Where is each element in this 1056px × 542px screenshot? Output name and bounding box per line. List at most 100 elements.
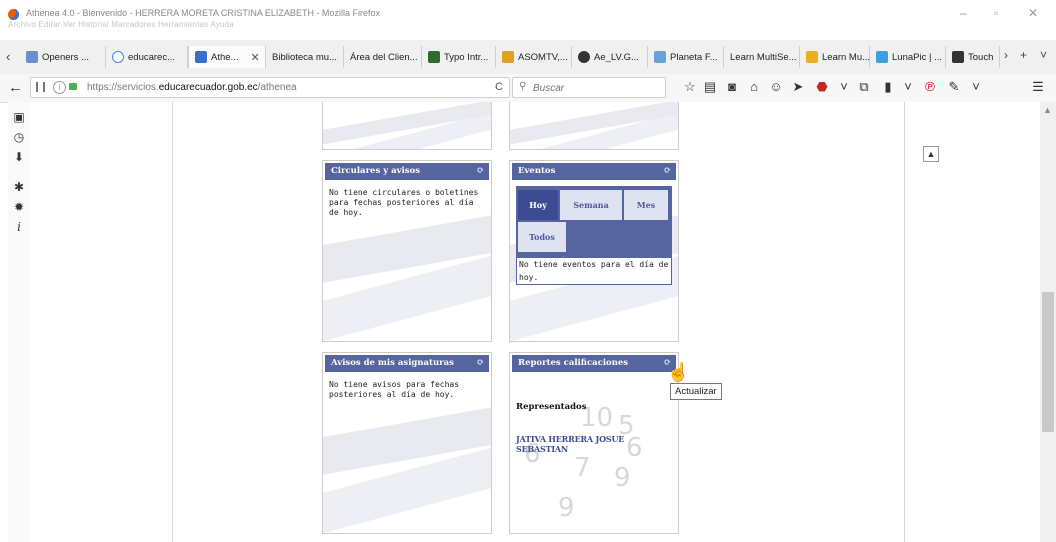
library-icon[interactable] [36, 82, 45, 92]
url-text[interactable]: https://servicios.educarecuador.gob.ec/a… [87, 82, 297, 93]
widget-partial-left [322, 102, 492, 150]
tab-athenea[interactable]: Athe... ✕ [188, 46, 266, 68]
widget-circulares: Circulares y avisos ⟳ No tiene circulares… [322, 160, 492, 342]
screenshot-icon[interactable]: ⧉ [856, 79, 872, 95]
menu-archivo[interactable]: Archivo [8, 20, 36, 29]
clipboard-icon[interactable]: ▮ [880, 79, 896, 95]
info-icon[interactable]: i [12, 220, 26, 234]
menu-ver[interactable]: Ver [63, 20, 76, 29]
events-tabs: Hoy Semana Mes Todos [516, 186, 672, 258]
tab-typo[interactable]: Typo Intr... [422, 46, 496, 68]
tab-educarec[interactable]: educarec... [106, 46, 188, 68]
menu-bar[interactable]: Archivo Editar Ver Historial Marcadores … [8, 20, 234, 29]
person-icon [578, 51, 590, 63]
close-tab-icon[interactable]: ✕ [250, 51, 259, 64]
menu-herramientas[interactable]: Herramientas [158, 20, 208, 29]
widget-header: Avisos de mis asignaturas ⟳ [325, 355, 489, 372]
extension-smile-icon[interactable]: ☺ [768, 79, 784, 95]
tab-openers[interactable]: Openers ... [20, 46, 106, 68]
decor-digit: 7 [574, 453, 591, 483]
tab-asomtv[interactable]: ASOMTV,... [496, 46, 572, 68]
tab-touch[interactable]: Touch [946, 46, 1000, 68]
bookmark-star-icon[interactable]: ☆ [682, 79, 698, 95]
gear-icon[interactable]: ✹ [12, 200, 26, 214]
tab-hoy[interactable]: Hoy [518, 190, 558, 220]
events-message: No tiene eventos para el día de hoy. [516, 258, 672, 285]
tab-scroll-left-icon[interactable]: ‹ [6, 49, 10, 64]
widget-message: No tiene circulares o boletines para fec… [329, 188, 479, 217]
restore-button[interactable]: ▫ [994, 6, 998, 20]
puzzle-icon[interactable]: ✱ [12, 180, 26, 194]
refresh-icon[interactable]: ⟳ [476, 355, 484, 372]
menu-editar[interactable]: Editar [39, 20, 61, 29]
tab-learn-multisensory[interactable]: Learn MultiSe... [724, 46, 800, 68]
widget-reportes: 10 5 6 6 7 9 9 Reportes calificaciones ⟳ … [509, 352, 679, 534]
scroll-up-icon[interactable]: ▲ [1043, 105, 1052, 115]
pencil-icon [806, 51, 818, 63]
tab-ae-lvg[interactable]: Ae_LV.G... [572, 46, 648, 68]
history-icon[interactable]: ◷ [12, 130, 26, 144]
window-title: Athenea 4.0 - Bienvenido - HERRERA MORET… [26, 8, 380, 18]
menu-marcadores[interactable]: Marcadores [111, 20, 155, 29]
google-icon [112, 51, 124, 63]
tab-learn-mu[interactable]: Learn Mu... [800, 46, 870, 68]
widget-header: Circulares y avisos ⟳ [325, 163, 489, 180]
widget-header: Reportes calificaciones ⟳ [512, 355, 676, 372]
download-icon[interactable]: ⬇ [12, 150, 26, 164]
tab-planeta[interactable]: Planeta F... [648, 46, 724, 68]
tab-lunapic[interactable]: LunaPic | ... [870, 46, 946, 68]
search-icon: ⚲ [519, 81, 527, 92]
pocket-icon[interactable]: ◙ [724, 79, 740, 95]
pinterest-icon[interactable]: ℗ [922, 79, 938, 95]
sidebar-toolbar: ▣ ◷ ⬇ ✱ ✹ i [8, 102, 31, 542]
search-input[interactable] [531, 80, 655, 97]
column-divider [172, 102, 173, 542]
window-titlebar: Athenea 4.0 - Bienvenido - HERRERA MORET… [0, 0, 1056, 29]
decor-digit: 9 [558, 493, 575, 523]
hamburger-menu-icon[interactable]: ☰ [1030, 79, 1046, 95]
asomtv-icon [502, 51, 514, 63]
home-icon[interactable]: ⌂ [746, 79, 762, 95]
dropdown-icon[interactable]: ˅ [900, 79, 916, 95]
navigation-bar: ← i https://servicios.educarecuador.gob.… [0, 74, 1056, 103]
widget-eventos: Eventos ⟳ Hoy Semana Mes Todos No tiene e… [509, 160, 679, 342]
close-window-button[interactable]: ✕ [1028, 6, 1038, 20]
tab-area-cliente[interactable]: Área del Clien... [344, 46, 422, 68]
touch-icon [952, 51, 964, 63]
back-button[interactable]: ← [8, 79, 23, 96]
column-divider [904, 102, 905, 542]
dropdown-icon[interactable]: ˅ [968, 79, 984, 95]
tab-semana[interactable]: Semana [560, 190, 622, 220]
menu-historial[interactable]: Historial [78, 20, 109, 29]
reload-icon[interactable]: C [495, 81, 503, 93]
new-tab-button[interactable]: + [1020, 48, 1027, 62]
sidebar-toggle-icon[interactable]: ▣ [12, 110, 26, 124]
send-icon[interactable]: ➤ [790, 79, 806, 95]
adblock-icon[interactable]: ⬣ [814, 79, 830, 95]
wrench-icon[interactable]: ✎ [946, 79, 962, 95]
page-scrollbar[interactable]: ▲ [1040, 102, 1056, 542]
tab-scroll-right-icon[interactable]: › [1004, 48, 1008, 62]
search-box[interactable]: ⚲ [512, 77, 666, 98]
minimize-button[interactable]: – [960, 6, 967, 20]
athenea-icon [195, 51, 207, 63]
info-icon[interactable]: i [53, 81, 66, 94]
menu-ayuda[interactable]: Ayuda [210, 20, 234, 29]
tab-todos[interactable]: Todos [518, 222, 566, 252]
url-bar[interactable]: i https://servicios.educarecuador.gob.ec… [30, 77, 510, 98]
tab-biblioteca[interactable]: Biblioteca mu... [266, 46, 344, 68]
tab-mes[interactable]: Mes [624, 190, 668, 220]
hand-cursor-icon: ☝ [667, 362, 690, 382]
refresh-icon[interactable]: ⟳ [476, 163, 484, 180]
scroll-top-button[interactable]: ▲ [923, 146, 939, 162]
bookmarks-library-icon[interactable]: ▤ [702, 79, 718, 95]
student-link[interactable]: JATIVA HERRERA JOSUE SEBASTIAN [516, 434, 678, 454]
scrollbar-thumb[interactable] [1042, 292, 1054, 432]
typo-icon [428, 51, 440, 63]
tab-list-icon[interactable]: ˅ [1040, 48, 1047, 62]
tooltip: Actualizar [670, 383, 722, 400]
refresh-icon[interactable]: ⟳ [663, 163, 671, 180]
lock-icon[interactable] [69, 83, 77, 90]
dropdown-icon[interactable]: ˅ [836, 79, 852, 95]
decor-digit: 9 [614, 463, 631, 493]
